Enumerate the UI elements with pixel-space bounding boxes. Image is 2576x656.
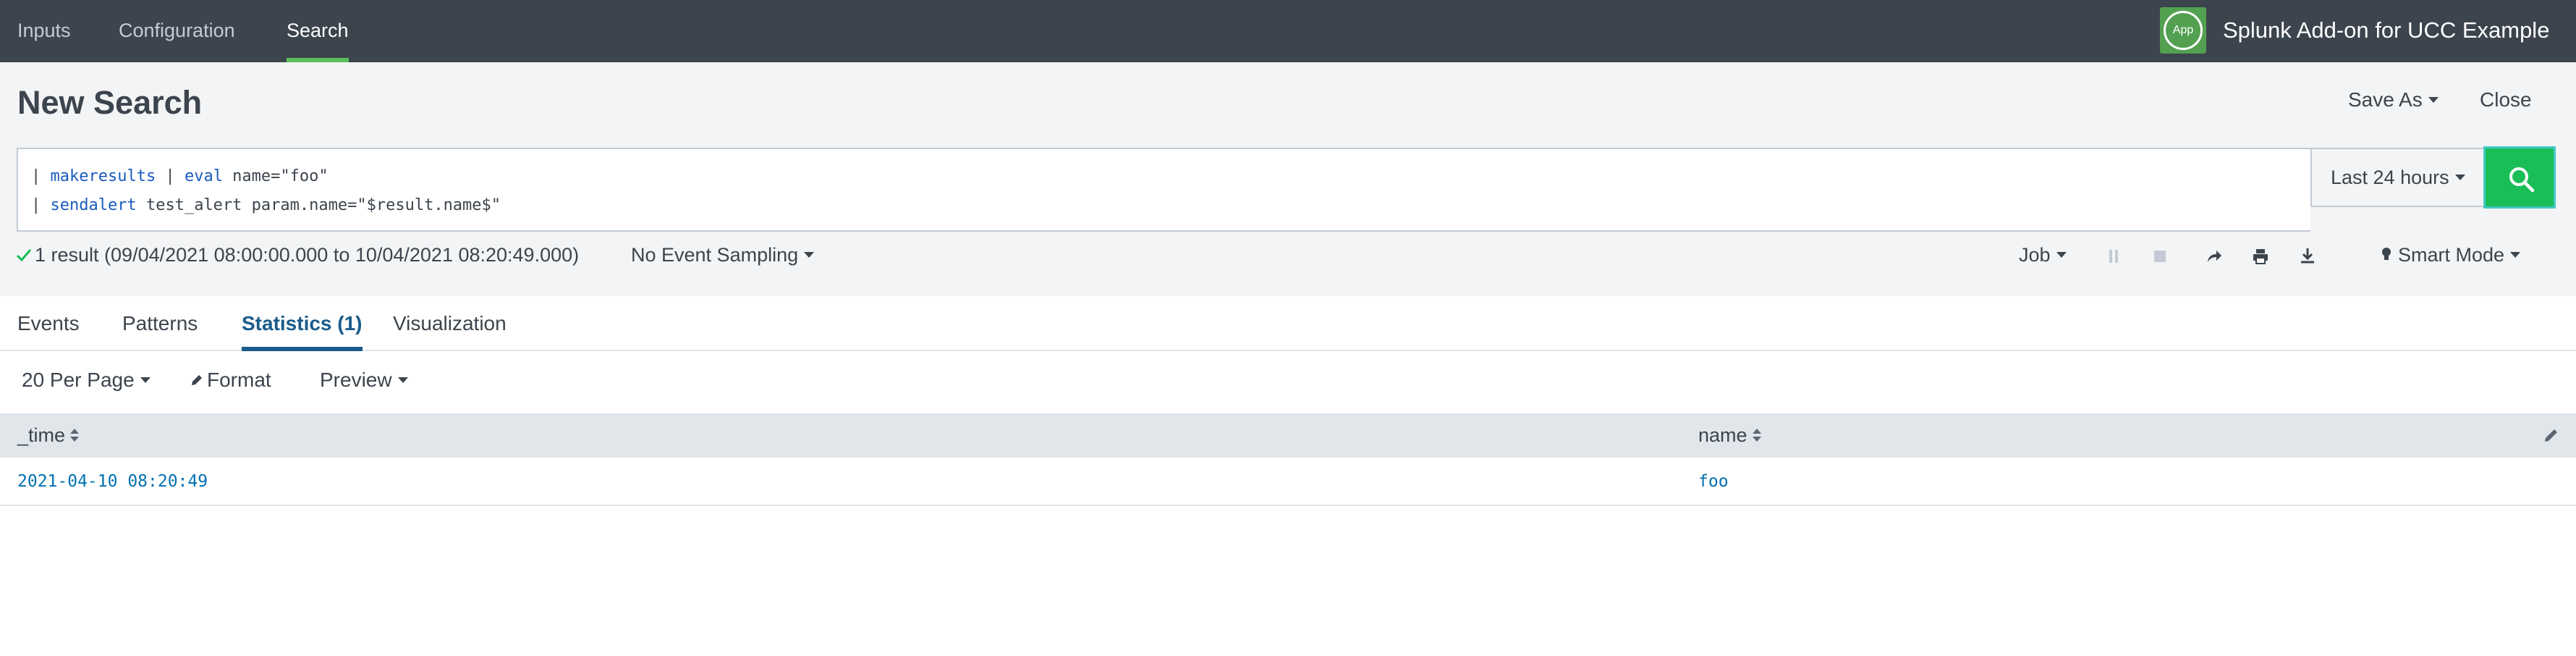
close-label: Close [2480,88,2532,111]
top-navigation-bar: Inputs Configuration Search App Splunk A… [0,0,2576,62]
job-menu-button[interactable]: Job [2019,244,2067,266]
save-as-label: Save As [2348,88,2423,111]
column-header-label: name [1698,424,1747,446]
search-query-input[interactable]: | makeresults | eval name="foo" | sendal… [17,148,2310,232]
result-count-text: 1 result (09/04/2021 08:00:00.000 to 10/… [35,244,580,266]
sort-icon [1752,428,1761,442]
preview-dropdown[interactable]: Preview [320,369,408,392]
search-mode-dropdown[interactable]: Smart Mode [2381,244,2521,266]
column-header-time[interactable]: _time [17,413,80,458]
pipe-token: | [156,167,185,185]
per-page-label: 20 Per Page [22,369,135,391]
caret-down-icon [2428,96,2439,103]
command-eval: eval [184,167,223,185]
print-icon[interactable] [2252,248,2269,265]
search-header: New Search Save As Close | makeresults |… [0,62,2576,296]
tab-statistics[interactable]: Statistics (1) [242,296,363,351]
lightbulb-icon [2382,247,2391,260]
table-row: 2021-04-10 08:20:49 foo [0,458,2576,506]
search-query-line-1: | makeresults | eval name="foo" [31,162,2310,191]
app-title: Splunk Add-on for UCC Example [2223,17,2550,43]
search-query-line-2: | sendalert test_alert param.name="$resu… [31,191,2310,220]
nav-item-inputs[interactable]: Inputs [17,0,71,62]
tab-patterns[interactable]: Patterns [122,296,198,351]
export-icon[interactable] [2300,247,2316,264]
edit-columns-icon[interactable] [2543,426,2560,444]
tab-events[interactable]: Events [17,296,80,351]
preview-label: Preview [320,369,392,391]
caret-down-icon [2510,251,2521,258]
close-button[interactable]: Close [2480,88,2532,112]
job-status-bar: 1 result (09/04/2021 08:00:00.000 to 10/… [0,241,2576,272]
page-title: New Search [17,84,203,121]
results-tabs: Events Patterns Statistics (1) Visualiza… [0,296,2576,351]
cell-time[interactable]: 2021-04-10 08:20:49 [17,458,208,506]
tab-label: Statistics (1) [242,312,363,335]
pipe-token: | [31,196,51,214]
eval-arguments: name="foo" [222,167,329,185]
nav-item-label: Search [287,20,349,41]
cell-name[interactable]: foo [1698,458,1729,506]
caret-down-icon [397,377,408,383]
search-button[interactable] [2483,146,2556,209]
nav-item-configuration[interactable]: Configuration [119,0,235,62]
table-header: _time name [0,413,2576,458]
nav-item-label: Configuration [119,20,235,41]
time-range-label: Last 24 hours [2331,167,2449,188]
command-makeresults: makeresults [50,167,156,185]
caret-down-icon [2056,251,2067,258]
check-icon [16,249,32,262]
app-icon[interactable]: App [2160,7,2206,54]
per-page-dropdown[interactable]: 20 Per Page [22,369,151,392]
sort-icon [70,428,80,442]
sendalert-arguments: test_alert param.name="$result.name$" [136,196,501,214]
column-header-label: _time [17,424,66,446]
stop-icon[interactable] [2153,250,2166,263]
search-mode-label: Smart Mode [2398,244,2505,266]
pause-icon[interactable] [2108,248,2119,264]
tab-label: Visualization [393,312,507,335]
share-icon[interactable] [2206,248,2223,264]
tab-label: Events [17,312,80,335]
save-as-button[interactable]: Save As [2348,88,2439,112]
caret-down-icon [2454,174,2465,180]
search-icon [2509,167,2535,193]
caret-down-icon [804,251,815,258]
event-sampling-label: No Event Sampling [631,244,799,266]
tab-visualization[interactable]: Visualization [393,296,507,351]
command-sendalert: sendalert [50,196,137,214]
tab-label: Patterns [122,312,198,335]
pencil-icon [192,374,202,385]
time-range-picker[interactable]: Last 24 hours [2310,148,2485,207]
format-button[interactable]: Format [190,369,271,392]
pipe-token: | [31,167,51,185]
nav-item-label: Inputs [17,20,71,41]
job-label: Job [2019,244,2051,266]
column-header-name[interactable]: name [1698,413,1762,458]
nav-item-search[interactable]: Search [287,0,349,62]
format-label: Format [207,369,271,391]
app-badge-label: App [2164,11,2203,50]
event-sampling-dropdown[interactable]: No Event Sampling [631,244,815,266]
caret-down-icon [140,377,151,383]
results-toolbar: 20 Per Page Format Preview [0,351,2576,413]
